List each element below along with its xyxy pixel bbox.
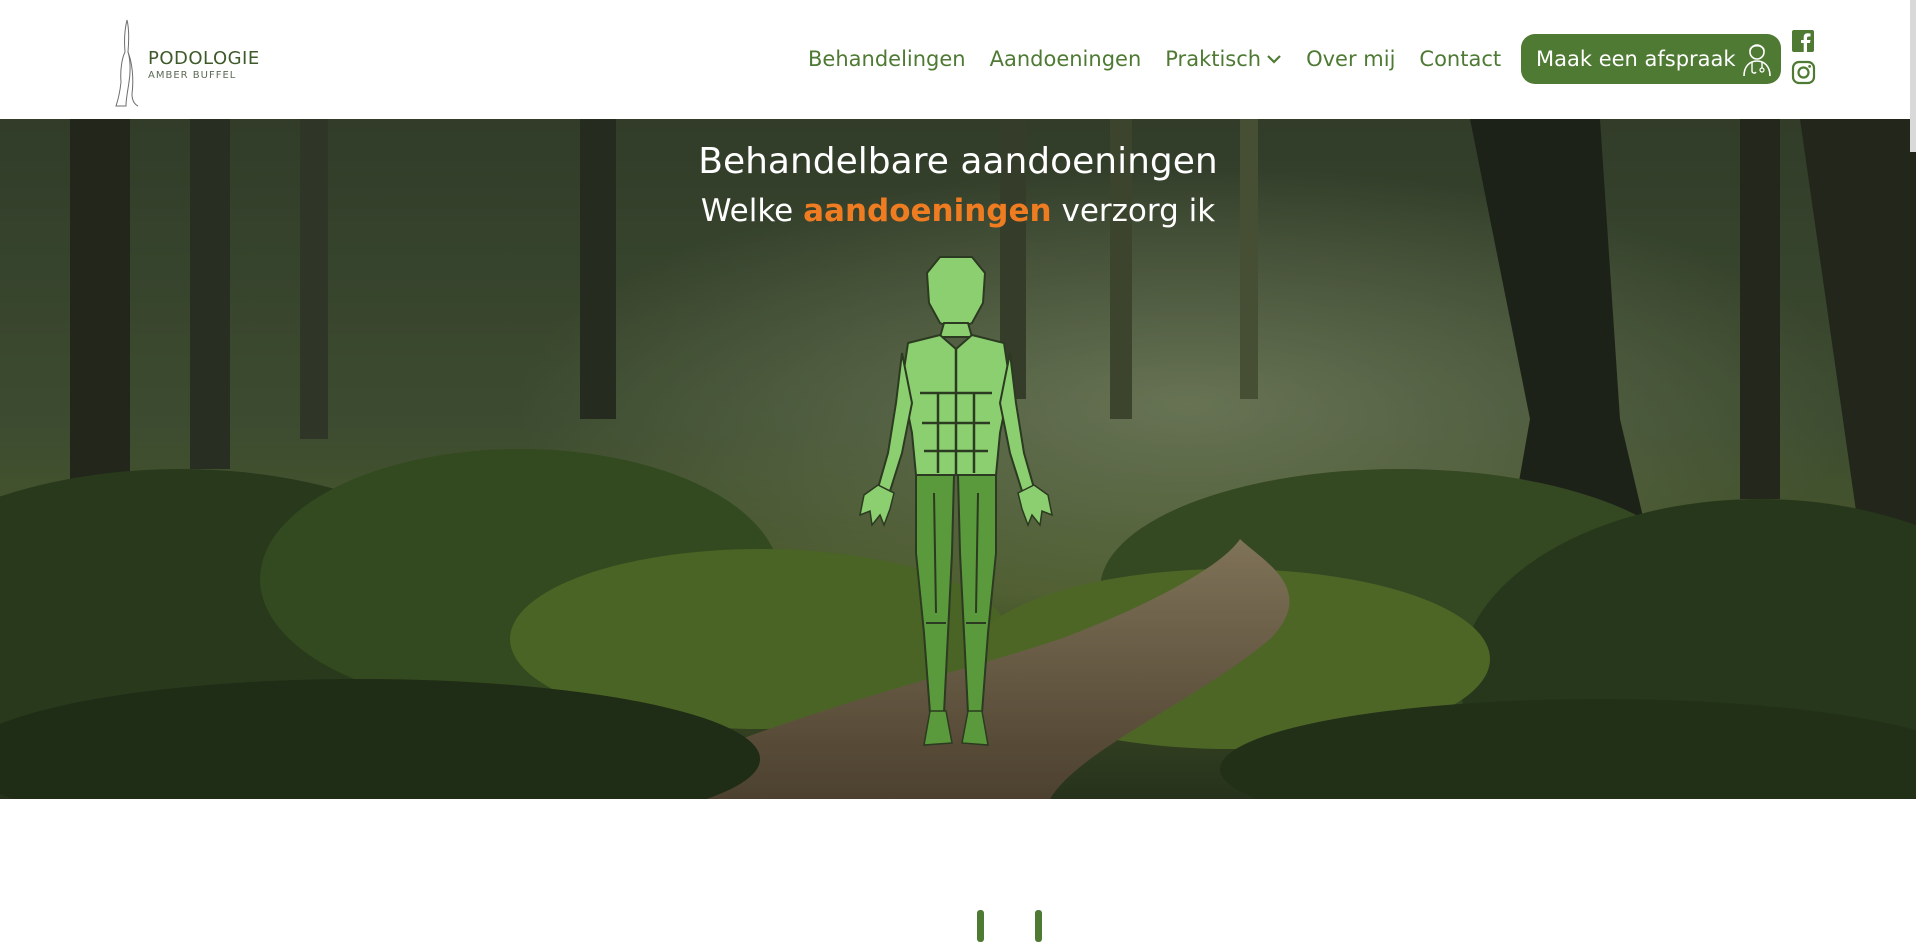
hero-subtitle: Welke aandoeningen verzorg ik (0, 193, 1916, 229)
body-map-figure[interactable] (850, 253, 1062, 753)
chevron-down-icon (1267, 55, 1281, 64)
hero-subtitle-accent: aandoeningen (803, 193, 1052, 229)
logo-subtitle: AMBER BUFFEL (148, 69, 237, 81)
nav-item-contact[interactable]: Contact (1419, 47, 1501, 71)
hero-subtitle-after: verzorg ik (1061, 193, 1216, 229)
nav-item-behandelingen[interactable]: Behandelingen (808, 47, 966, 71)
body-left-foot (923, 710, 953, 746)
section-divider-icon (977, 910, 1042, 942)
body-neck (938, 322, 974, 338)
facebook-icon[interactable] (1792, 30, 1814, 52)
make-appointment-button[interactable]: Maak een afspraak (1521, 34, 1781, 84)
body-head (925, 256, 987, 331)
logo-figure-icon (115, 19, 139, 107)
instagram-icon[interactable] (1791, 60, 1816, 85)
social-links (1790, 30, 1816, 85)
body-left-hand (858, 484, 895, 528)
doctor-icon (1742, 44, 1771, 77)
logo-title: PODOLOGIE (148, 47, 260, 69)
hero-title: Behandelbare aandoeningen (698, 141, 1218, 182)
main-nav: Behandelingen Aandoeningen Praktisch Ove… (808, 44, 1525, 74)
hero-section: Behandelbare aandoeningen Welke aandoeni… (0, 119, 1916, 799)
nav-item-praktisch[interactable]: Praktisch (1165, 47, 1282, 71)
body-right-hand (1017, 484, 1054, 528)
site-header: PODOLOGIE AMBER BUFFEL Behandelingen Aan… (0, 0, 1916, 119)
body-right-arm (998, 352, 1036, 493)
nav-item-over-mij[interactable]: Over mij (1306, 47, 1395, 71)
logo[interactable]: PODOLOGIE AMBER BUFFEL (112, 18, 272, 110)
scrollbar[interactable] (1910, 0, 1916, 152)
nav-item-aandoeningen[interactable]: Aandoeningen (990, 47, 1142, 71)
make-appointment-label: Maak een afspraak (1536, 47, 1736, 71)
nav-item-praktisch-label: Praktisch (1165, 47, 1262, 71)
body-left-arm (876, 352, 914, 493)
hero-subtitle-before: Welke (700, 193, 794, 229)
body-right-foot (961, 710, 989, 746)
